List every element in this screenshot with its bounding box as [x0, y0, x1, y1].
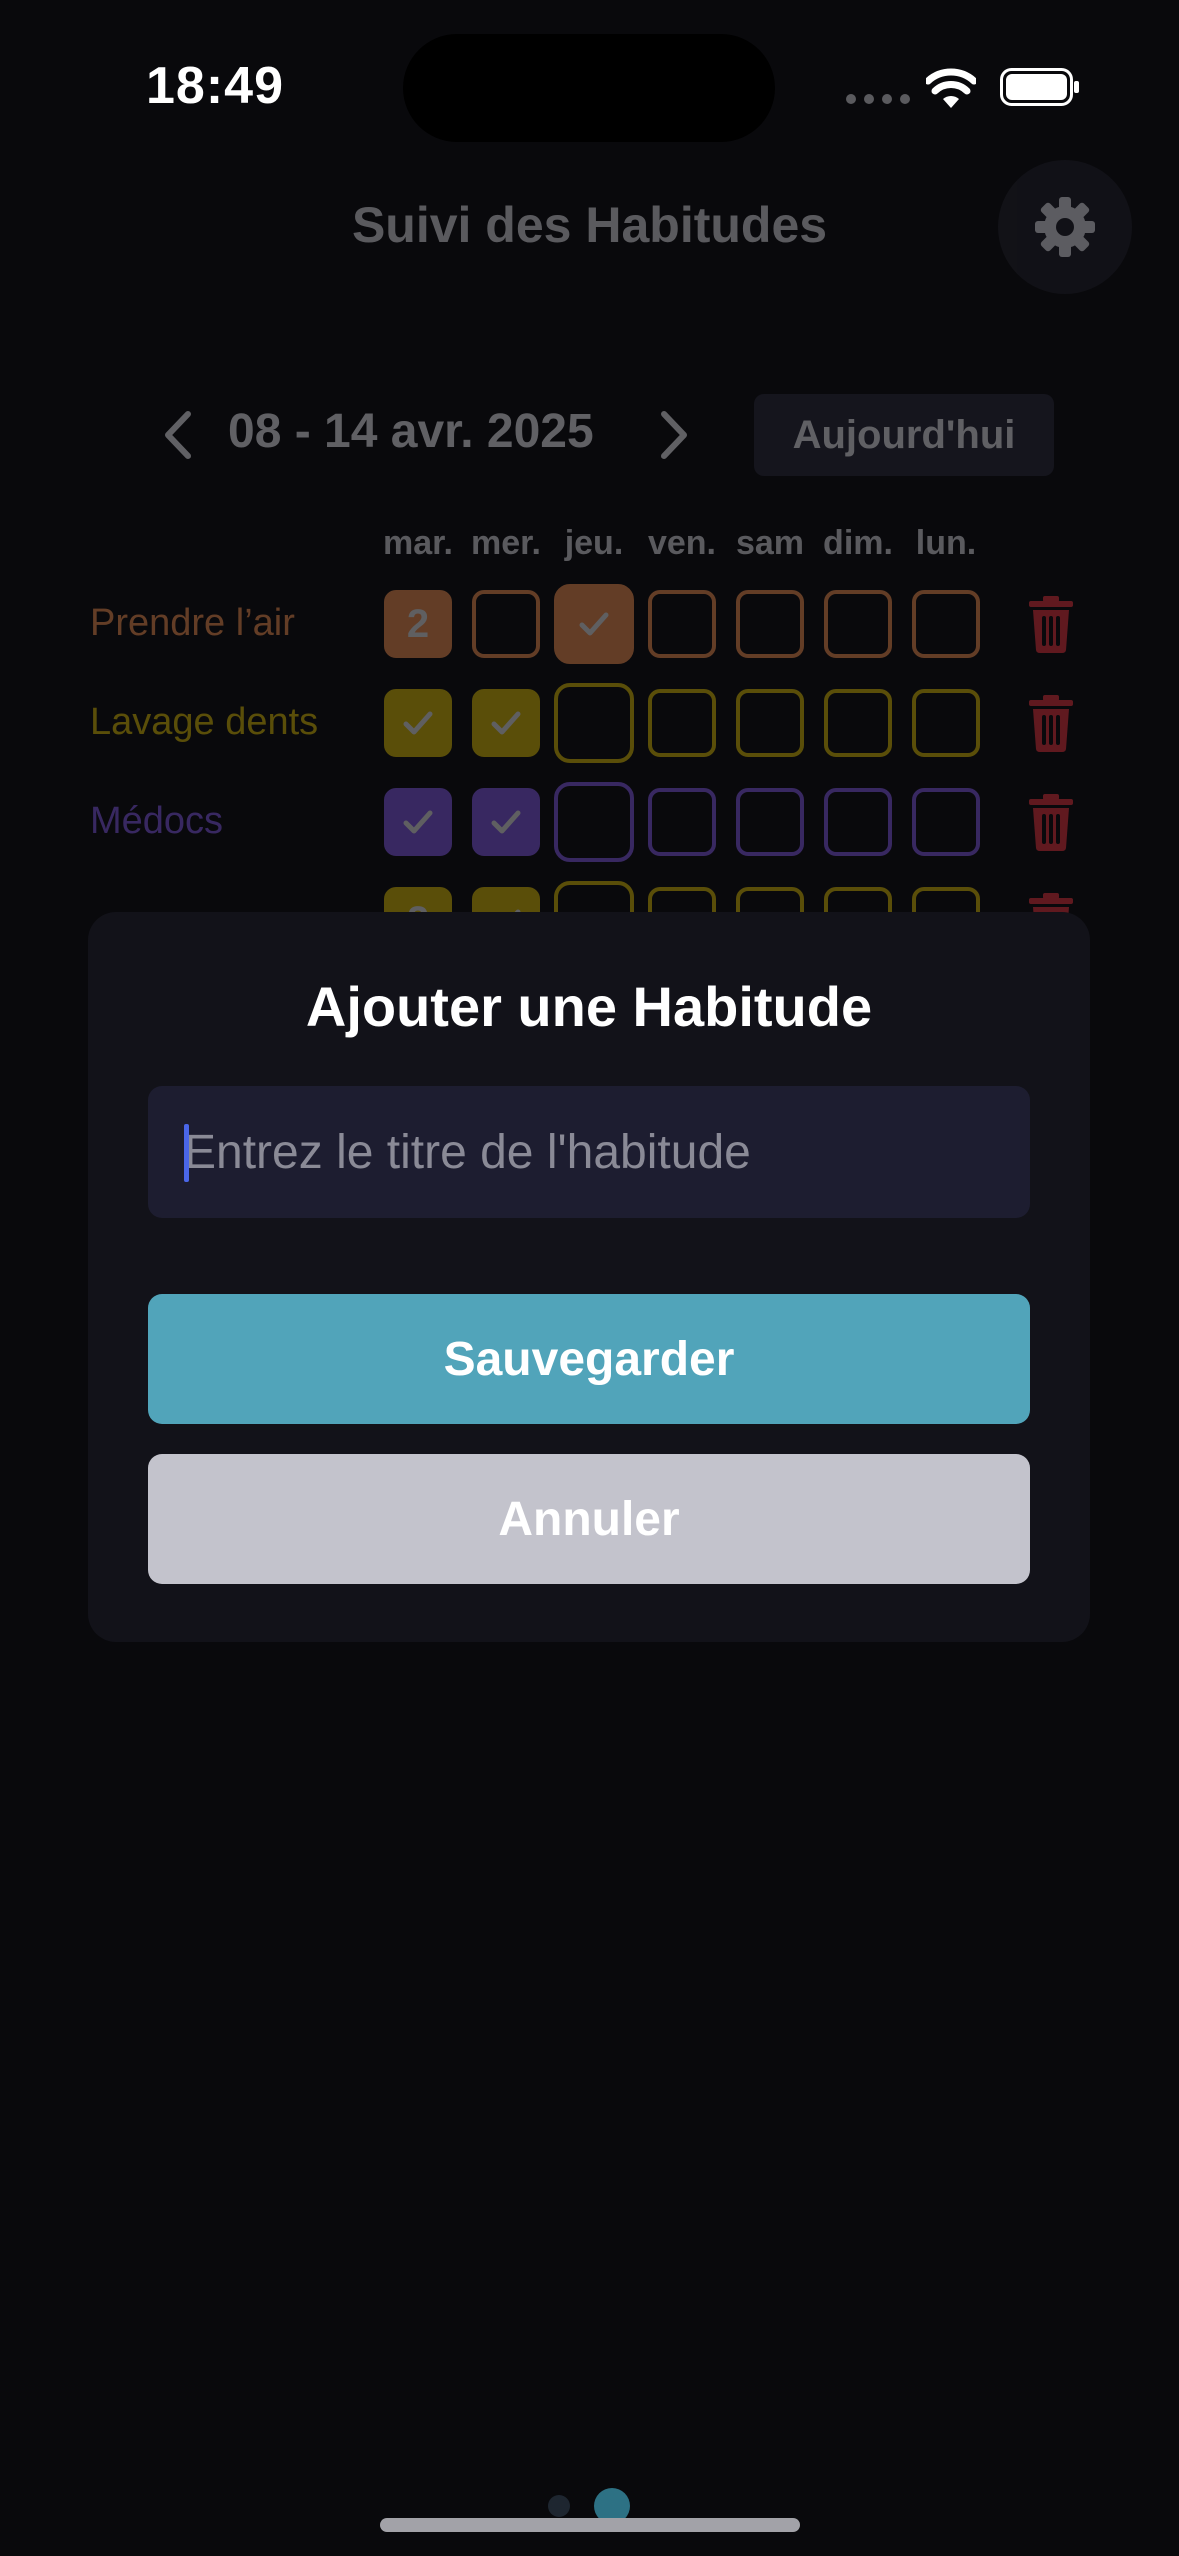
habit-day-cell[interactable]: [912, 590, 980, 658]
habit-day-cell[interactable]: [824, 590, 892, 658]
habit-day-cell-checked[interactable]: [472, 689, 540, 757]
habit-day-cell[interactable]: [912, 689, 980, 757]
habit-day-cell[interactable]: [554, 683, 634, 763]
habit-day-cell[interactable]: [824, 689, 892, 757]
checkmark-icon: [491, 810, 521, 834]
habit-day-cell[interactable]: [736, 788, 804, 856]
habit-day-cell-checked[interactable]: [554, 584, 634, 664]
day-header: ven.: [647, 524, 717, 562]
chevron-left-icon[interactable]: [158, 408, 198, 462]
habit-day-cell-checked[interactable]: [384, 788, 452, 856]
habit-day-cell[interactable]: [736, 590, 804, 658]
modal-title: Ajouter une Habitude: [305, 975, 873, 1038]
trash-icon[interactable]: [1026, 594, 1076, 654]
habit-day-cell[interactable]: [648, 788, 716, 856]
checkmark-icon: [403, 711, 433, 735]
settings-button[interactable]: [998, 160, 1132, 294]
home-indicator[interactable]: [380, 2518, 800, 2532]
page-dot-1[interactable]: [548, 2495, 570, 2517]
checkmark-icon: [579, 612, 609, 636]
trash-icon[interactable]: [1026, 693, 1076, 753]
habit-day-cell-count[interactable]: 2: [384, 590, 452, 658]
habit-day-cell[interactable]: [554, 782, 634, 862]
habit-title-input[interactable]: [148, 1086, 1030, 1218]
day-header: jeu.: [564, 524, 624, 562]
text-caret: [184, 1124, 189, 1182]
habit-day-cell-checked[interactable]: [384, 689, 452, 757]
day-header: mar.: [383, 524, 453, 562]
habit-label: Médocs: [90, 800, 224, 842]
week-range-label: 08 - 14 avr. 2025: [228, 405, 594, 458]
day-header: sam: [735, 524, 805, 562]
cancel-button[interactable]: Annuler: [148, 1454, 1030, 1584]
habit-day-cell[interactable]: [736, 689, 804, 757]
add-habit-modal: Ajouter une Habitude Sauvegarder Annuler: [88, 912, 1090, 1642]
habit-day-cell-checked[interactable]: [472, 788, 540, 856]
habit-day-cell[interactable]: [648, 590, 716, 658]
chevron-right-icon[interactable]: [654, 408, 694, 462]
habit-day-cell[interactable]: [472, 590, 540, 658]
habit-label: Lavage dents: [90, 701, 319, 743]
checkmark-icon: [403, 810, 433, 834]
habit-day-cell[interactable]: [648, 689, 716, 757]
habit-day-cell[interactable]: [824, 788, 892, 856]
save-button[interactable]: Sauvegarder: [148, 1294, 1030, 1424]
gear-icon: [1035, 197, 1095, 257]
day-header: mer.: [471, 524, 541, 562]
today-button[interactable]: Aujourd'hui: [754, 394, 1054, 476]
day-header: dim.: [823, 524, 893, 562]
day-header: lun.: [915, 524, 977, 562]
habit-day-cell[interactable]: [912, 788, 980, 856]
checkmark-icon: [491, 711, 521, 735]
habit-label: Prendre l’air: [90, 602, 295, 644]
trash-icon[interactable]: [1026, 792, 1076, 852]
